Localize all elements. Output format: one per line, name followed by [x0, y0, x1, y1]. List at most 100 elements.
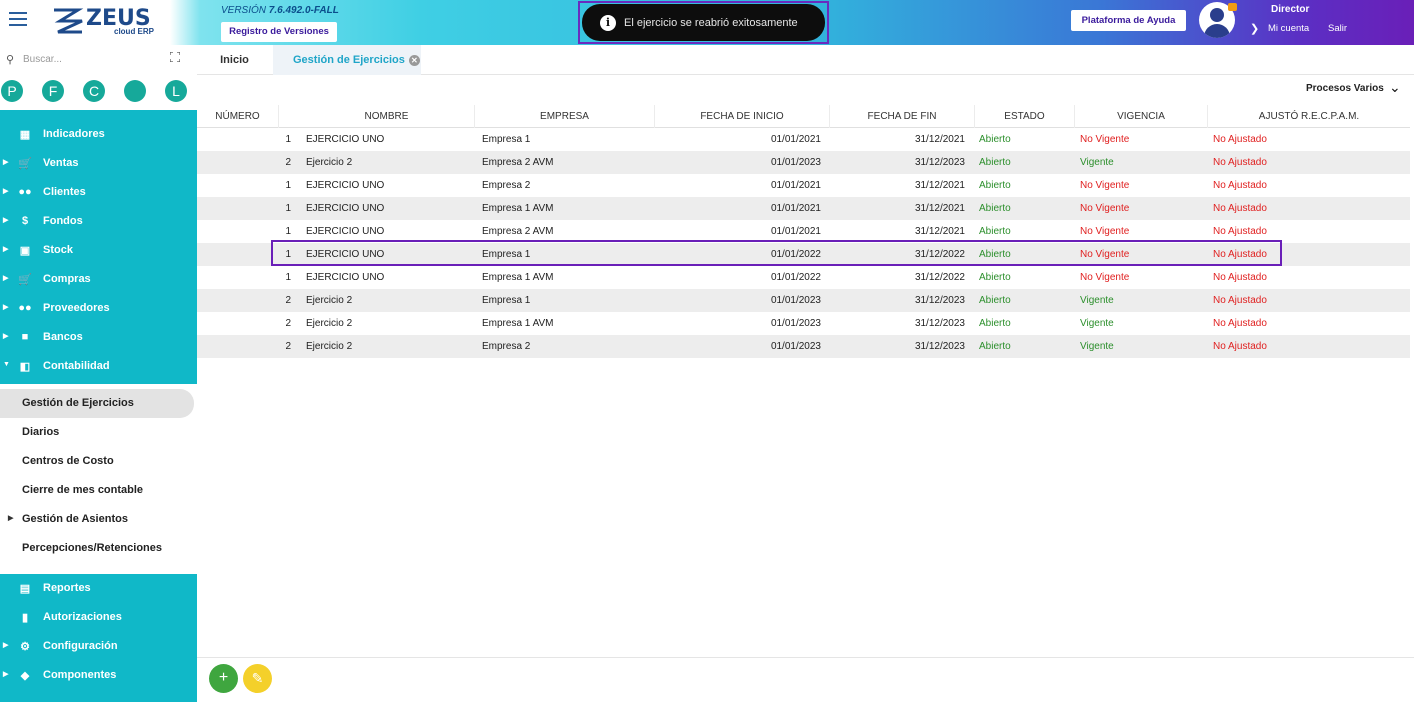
shortcut-f[interactable]: F — [42, 80, 64, 102]
table-cell: No Ajustado — [1213, 203, 1267, 214]
table-cell: No Vigente — [1080, 134, 1130, 145]
table-row[interactable]: 2 Ejercicio 2 Empresa 1 AVM 01/01/2023 31/12… — [197, 312, 1410, 335]
table-cell: 01/01/2023 — [770, 341, 821, 352]
sidebar-item-contabilidad[interactable]: ▼ ◧ Contabilidad — [0, 352, 197, 381]
tab-inicio[interactable]: Inicio — [197, 45, 272, 75]
table-cell: Abierto — [979, 180, 1011, 191]
sidebar-item-clientes[interactable]: ▶ ●● Clientes — [0, 178, 197, 207]
caret-right-icon: ▶ — [3, 275, 9, 282]
tab-gestion-ejercicios[interactable]: Gestión de Ejercicios ✕ — [273, 45, 421, 75]
zeus-logo[interactable]: ZEUS cloud ERP — [52, 6, 156, 38]
sidebar-item-gestion-ejercicios[interactable]: Gestión de Ejercicios — [0, 389, 194, 418]
table-row[interactable]: 1 EJERCICIO UNO Empresa 1 01/01/2021 31/12/2… — [197, 128, 1410, 151]
table-row[interactable]: 2 Ejercicio 2 Empresa 2 01/01/2023 31/12/202… — [197, 335, 1410, 358]
column-header[interactable]: VIGENCIA — [1075, 105, 1208, 128]
sidebar-item-cierre-mes[interactable]: Cierre de mes contable — [0, 476, 197, 505]
table-row[interactable]: 2 Ejercicio 2 Empresa 2 AVM 01/01/2023 31/12… — [197, 151, 1410, 174]
sidebar-item-autorizaciones[interactable]: ▮ Autorizaciones — [0, 603, 197, 632]
selected-row-highlight — [271, 240, 1282, 266]
bank-icon: ■ — [21, 331, 29, 343]
sidebar-item-stock[interactable]: ▶ ▣ Stock — [0, 236, 197, 265]
plataforma-ayuda-button[interactable]: Plataforma de Ayuda — [1071, 10, 1186, 31]
table-cell: Ejercicio 2 — [306, 318, 353, 329]
column-header[interactable]: ESTADO — [975, 105, 1075, 128]
table-cell: 31/12/2022 — [914, 272, 965, 283]
table-cell: Abierto — [979, 295, 1011, 306]
table-row[interactable]: 2 Ejercicio 2 Empresa 1 01/01/2023 31/12/202… — [197, 289, 1410, 312]
toast-message: El ejercicio se reabrió exitosamente — [624, 16, 798, 29]
fullscreen-icon[interactable] — [169, 51, 181, 63]
table-cell: Abierto — [979, 203, 1011, 214]
sidebar-item-indicadores[interactable]: ▦ Indicadores — [0, 120, 197, 149]
registro-versiones-button[interactable]: Registro de Versiones — [221, 22, 337, 42]
sidebar-item-reportes[interactable]: ▤ Reportes — [0, 574, 197, 603]
tag-icon: ◆ — [20, 670, 30, 682]
shortcut-p[interactable]: P — [1, 80, 23, 102]
sidebar-item-compras[interactable]: ▶ 🛒 Compras — [0, 265, 197, 294]
table-cell: 2 — [285, 295, 291, 306]
table-cell: 01/01/2021 — [770, 203, 821, 214]
shortcut-c[interactable]: C — [83, 80, 105, 102]
table-cell: 31/12/2023 — [914, 295, 965, 306]
sidebar-item-ventas[interactable]: ▶ 🛒 Ventas — [0, 149, 197, 178]
table-cell: Abierto — [979, 318, 1011, 329]
column-header[interactable]: AJUSTÓ R.E.C.P.A.M. — [1208, 105, 1410, 128]
caret-right-icon: ▶ — [3, 671, 9, 678]
edit-button[interactable]: ✎ — [243, 664, 272, 693]
table-cell: EJERCICIO UNO — [306, 272, 385, 283]
column-header[interactable]: NÚMERO — [197, 105, 279, 128]
table-cell: No Vigente — [1080, 272, 1130, 283]
table-cell: EJERCICIO UNO — [306, 134, 385, 145]
table-cell: 01/01/2021 — [770, 134, 821, 145]
contabilidad-submenu: Gestión de Ejercicios Diarios Centros de… — [0, 384, 197, 574]
cart-icon: 🛒 — [18, 158, 32, 170]
mi-cuenta-link[interactable]: Mi cuenta — [1268, 23, 1309, 34]
table-cell: 2 — [285, 341, 291, 352]
table-cell: Abierto — [979, 341, 1011, 352]
table-cell: Vigente — [1080, 157, 1114, 168]
sidebar-item-bancos[interactable]: ▶ ■ Bancos — [0, 323, 197, 352]
sidebar-item-configuracion[interactable]: ▶ ⚙ Configuración — [0, 632, 197, 661]
sidebar-modules-top: ▦ Indicadores ▶ 🛒 Ventas ▶ ●● Clientes ▶… — [0, 110, 197, 384]
table-row[interactable]: 1 EJERCICIO UNO Empresa 2 01/01/2021 31/12/2… — [197, 174, 1410, 197]
sidebar-item-gestion-asientos[interactable]: ▶ Gestión de Asientos — [0, 505, 197, 534]
notification-badge-icon[interactable] — [1228, 3, 1237, 11]
chevron-down-icon[interactable]: ❯ — [1250, 22, 1259, 35]
table-cell: Abierto — [979, 134, 1011, 145]
table-header: NÚMERO NOMBRE EMPRESA FECHA DE INICIO FECHA … — [197, 105, 1410, 128]
sidebar-item-diarios[interactable]: Diarios — [0, 418, 197, 447]
close-tab-icon[interactable]: ✕ — [408, 54, 420, 66]
table-cell: Ejercicio 2 — [306, 157, 353, 168]
caret-right-icon: ▶ — [3, 246, 9, 253]
sidebar-modules-bottom: ▤ Reportes ▮ Autorizaciones ▶ ⚙ Configur… — [0, 574, 197, 702]
table-cell: No Ajustado — [1213, 318, 1267, 329]
table-cell: 31/12/2021 — [914, 134, 965, 145]
column-header[interactable]: FECHA DE INICIO — [655, 105, 830, 128]
table-cell: 31/12/2023 — [914, 318, 965, 329]
table-cell: 01/01/2022 — [770, 272, 821, 283]
shortcut-l[interactable]: L — [165, 80, 187, 102]
sidebar-search[interactable]: ⚲ Buscar... — [6, 53, 186, 69]
column-header[interactable]: FECHA DE FIN — [830, 105, 975, 128]
sidebar-item-percepciones[interactable]: Percepciones/Retenciones — [0, 534, 197, 563]
column-header[interactable]: NOMBRE — [299, 105, 475, 128]
table-row[interactable]: 1 EJERCICIO UNO Empresa 1 AVM 01/01/2021 31/… — [197, 197, 1410, 220]
sidebar-item-componentes[interactable]: ▶ ◆ Componentes — [0, 661, 197, 690]
table-row[interactable]: 1 EJERCICIO UNO Empresa 1 AVM 01/01/2022 31/… — [197, 266, 1410, 289]
sidebar-item-proveedores[interactable]: ▶ ●● Proveedores — [0, 294, 197, 323]
success-toast: i El ejercicio se reabrió exitosamente — [582, 4, 825, 41]
table-cell: 1 — [285, 203, 291, 214]
column-header[interactable]: EMPRESA — [475, 105, 655, 128]
add-button[interactable]: + — [209, 664, 238, 693]
chevron-down-icon[interactable]: ⌄ — [1389, 79, 1401, 96]
search-input[interactable]: Buscar... — [23, 54, 62, 65]
info-icon: i — [600, 14, 616, 31]
sidebar-item-fondos[interactable]: ▶ $ Fondos — [0, 207, 197, 236]
shortcut-blank[interactable] — [124, 80, 146, 102]
menu-icon[interactable] — [9, 12, 27, 30]
table-cell: 01/01/2021 — [770, 180, 821, 191]
gear-icon: ⚙ — [20, 641, 30, 653]
procesos-varios-button[interactable]: Procesos Varios — [1306, 83, 1384, 94]
sidebar-item-centros-costo[interactable]: Centros de Costo — [0, 447, 197, 476]
salir-link[interactable]: Salir — [1328, 23, 1347, 34]
